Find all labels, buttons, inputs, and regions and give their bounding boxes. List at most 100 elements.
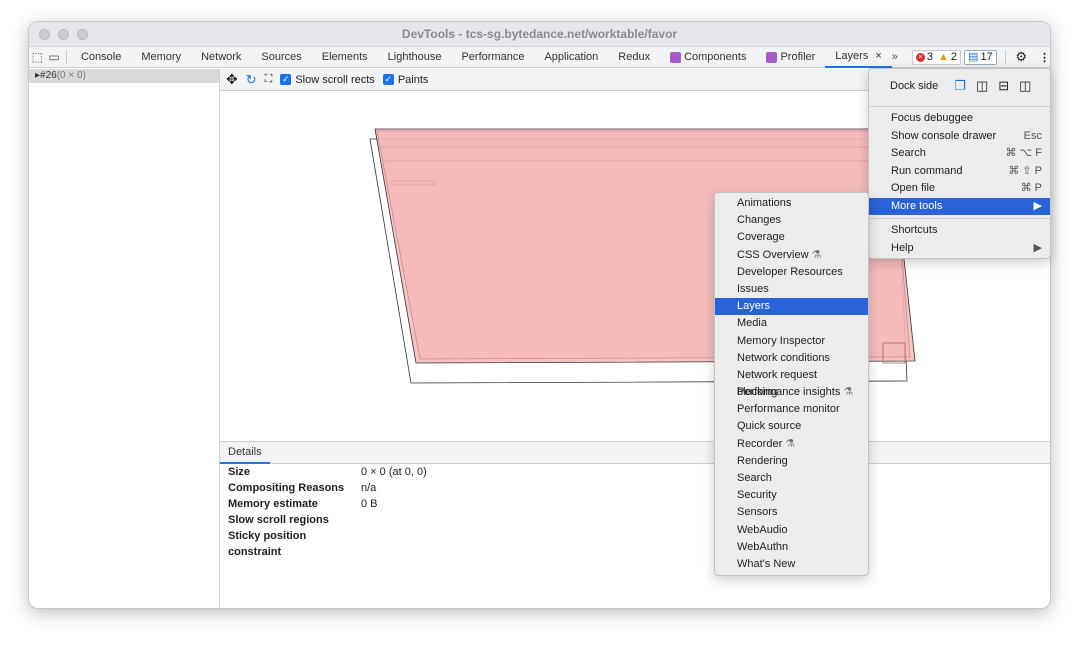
dock-bottom-icon[interactable]: ⊟	[998, 78, 1009, 94]
messages-badge[interactable]: ▤ 17	[964, 49, 997, 65]
tab-label: Sources	[261, 50, 302, 63]
dock-left-icon[interactable]: ◫	[976, 78, 988, 94]
more-tools-item-issues[interactable]: Issues	[715, 281, 868, 298]
details-label: Compositing Reasons	[228, 482, 345, 494]
experiment-flask-icon: ⚗	[840, 386, 854, 399]
more-tabs-icon[interactable]: »	[892, 51, 898, 63]
tab-sources[interactable]: Sources	[251, 47, 311, 68]
details-row: Slow scroll regions	[220, 512, 1050, 528]
dock-undocked-icon[interactable]: ❐	[954, 78, 966, 94]
message-icon: ▤	[968, 50, 979, 63]
menu-item-show-console-drawer[interactable]: Show console drawer Esc	[869, 128, 1050, 146]
details-label: Slow scroll regions	[228, 514, 329, 526]
more-tools-submenu: Animations Changes Coverage CSS Overview ⚗ D…	[714, 192, 869, 577]
dock-right-icon[interactable]: ◫	[1019, 78, 1031, 94]
more-tools-item-performance-insights[interactable]: Performance insights ⚗	[715, 384, 868, 401]
tab-label: Layers	[835, 49, 869, 62]
close-tab-icon[interactable]: ×	[875, 46, 881, 67]
details-label: Sticky position constraint	[228, 530, 307, 558]
tab-lighthouse[interactable]: Lighthouse	[378, 47, 452, 68]
more-tools-item-webaudio[interactable]: WebAudio	[715, 522, 868, 539]
inspect-element-icon[interactable]: ⬚	[29, 47, 46, 68]
more-tools-item-memory-inspector[interactable]: Memory Inspector	[715, 333, 868, 350]
more-tools-item-performance-monitor[interactable]: Performance monitor	[715, 401, 868, 418]
tab-performance[interactable]: Performance	[451, 47, 534, 68]
reset-transform-icon[interactable]: ⛶	[265, 73, 273, 86]
menu-item-help[interactable]: Help ▶	[869, 240, 1050, 258]
rotate-mode-icon[interactable]: ↻	[246, 72, 257, 88]
close-button[interactable]	[39, 29, 50, 40]
details-value: n/a	[361, 482, 377, 494]
customize-menu: Dock side ❐ ◫ ⊟ ◫ Focus debuggee Show con…	[868, 68, 1051, 259]
menu-item-open-file[interactable]: Open file ⌘ P	[869, 180, 1050, 198]
more-tools-item-webauthn[interactable]: WebAuthn	[715, 539, 868, 556]
experiment-flask-icon: ⚗	[782, 437, 796, 450]
layer-tree: ▸#26(0 × 0)	[29, 69, 220, 608]
errors-badge[interactable]: × 3 ▲ 2	[911, 49, 962, 65]
details-value: 0 B	[361, 498, 378, 510]
tab-label: Elements	[321, 50, 368, 63]
tab-console[interactable]: Console	[71, 47, 131, 68]
tab-label: Application	[544, 50, 599, 63]
divider	[66, 50, 67, 64]
tab-label: Lighthouse	[387, 50, 442, 63]
title-bar: DevTools - tcs-sg.bytedance.net/worktabl…	[29, 22, 1050, 47]
more-tools-item-css-overview[interactable]: CSS Overview ⚗	[715, 247, 868, 264]
zoom-button[interactable]	[77, 29, 88, 40]
warning-icon: ▲	[938, 50, 949, 63]
more-tools-item-coverage[interactable]: Coverage	[715, 229, 868, 246]
details-value: 0 × 0 (at 0, 0)	[361, 466, 427, 478]
menu-item-run-command[interactable]: Run command ⌘ ⇧ P	[869, 163, 1050, 181]
settings-gear-icon[interactable]: ⚙	[1015, 49, 1027, 65]
tab-network[interactable]: Network	[191, 47, 251, 68]
more-tools-item-what-s-new[interactable]: What's New	[715, 556, 868, 573]
react-icon	[766, 51, 778, 63]
more-tools-item-search[interactable]: Search	[715, 470, 868, 487]
more-tools-item-network-request-blocking[interactable]: Network request blocking	[715, 367, 868, 398]
details-row: Memory estimate 0 B	[220, 496, 1050, 512]
tab-label: Memory	[141, 50, 182, 63]
tab-memory[interactable]: Memory	[131, 47, 191, 68]
menu-item-search[interactable]: Search ⌘ ⌥ F	[869, 145, 1050, 163]
tab-label: Console	[80, 50, 122, 63]
more-tools-item-network-conditions[interactable]: Network conditions	[715, 350, 868, 367]
menu-item-shortcuts[interactable]: Shortcuts	[869, 222, 1050, 240]
more-tools-item-sensors[interactable]: Sensors	[715, 504, 868, 521]
more-tools-item-recorder[interactable]: Recorder ⚗	[715, 436, 868, 453]
experiment-flask-icon: ⚗	[808, 248, 822, 261]
menu-item-focus-debuggee[interactable]: Focus debuggee	[869, 110, 1050, 128]
details-label: Memory estimate	[228, 498, 318, 510]
tab-redux[interactable]: Redux	[608, 47, 660, 68]
device-toolbar-icon[interactable]: ▭	[46, 47, 63, 68]
tab-profiler[interactable]: Profiler	[756, 47, 825, 68]
menu-item-more-tools[interactable]: More tools ▶	[869, 197, 1050, 215]
more-tools-item-developer-resources[interactable]: Developer Resources	[715, 264, 868, 281]
error-icon: ×	[915, 52, 925, 62]
details-label: Size	[228, 466, 251, 478]
slow-scroll-rects-checkbox[interactable]: ✓ Slow scroll rects	[280, 74, 375, 86]
layer-tree-item[interactable]: ▸#26(0 × 0)	[29, 69, 219, 83]
tab-details[interactable]: Details	[220, 442, 270, 464]
pan-mode-icon[interactable]: ✥	[226, 71, 238, 88]
more-tools-item-animations[interactable]: Animations	[715, 195, 868, 212]
more-tools-item-security[interactable]: Security	[715, 487, 868, 504]
more-tools-item-changes[interactable]: Changes	[715, 212, 868, 229]
tab-layers[interactable]: Layers ×	[825, 46, 892, 68]
tab-components[interactable]: Components	[660, 47, 756, 68]
tab-label: Profiler	[780, 50, 816, 63]
more-options-icon[interactable]: ⋮	[1039, 51, 1050, 64]
more-tools-item-layers[interactable]: Layers	[715, 298, 868, 316]
paints-checkbox[interactable]: ✓ Paints	[382, 74, 428, 86]
dock-side-label: Dock side	[890, 80, 939, 92]
more-tools-item-quick-source[interactable]: Quick source	[715, 418, 868, 435]
minimize-button[interactable]	[58, 29, 69, 40]
tab-label: Performance	[461, 50, 525, 63]
details-pane: Details Size 0 × 0 (at 0, 0) Compositing R…	[220, 441, 1050, 608]
more-tools-item-media[interactable]: Media	[715, 315, 868, 332]
window-title: DevTools - tcs-sg.bytedance.net/worktabl…	[401, 27, 678, 41]
tab-elements[interactable]: Elements	[312, 47, 378, 68]
tab-application[interactable]: Application	[534, 47, 608, 68]
tab-label: Network	[201, 50, 242, 63]
react-icon	[670, 51, 682, 63]
more-tools-item-rendering[interactable]: Rendering	[715, 453, 868, 470]
